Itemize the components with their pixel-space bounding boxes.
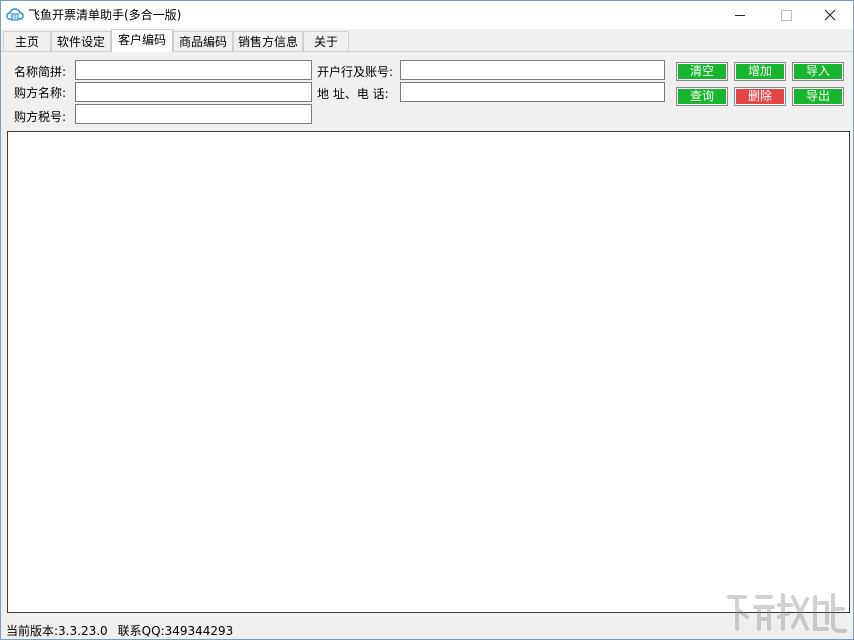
minimize-button[interactable] bbox=[717, 1, 763, 29]
tab-product-codes[interactable]: 商品编码 bbox=[173, 31, 233, 51]
customer-code-panel: 名称简拼: 购方名称: 购方税号: 开户行及账号: 地 址、电 话: 清空 增加… bbox=[2, 52, 852, 618]
close-icon bbox=[824, 9, 836, 21]
maximize-icon bbox=[780, 9, 792, 21]
close-button[interactable] bbox=[807, 1, 853, 29]
buyer-name-label: 购方名称: bbox=[14, 86, 67, 100]
version-text: 当前版本:3.3.23.0 bbox=[6, 624, 108, 638]
status-bar: 当前版本:3.3.23.0 联系QQ:349344293 bbox=[6, 622, 233, 639]
name-pinyin-input[interactable] bbox=[75, 60, 312, 80]
export-button[interactable]: 导出 bbox=[792, 87, 844, 106]
address-phone-label: 地 址、电 话: bbox=[317, 87, 389, 101]
tab-software-settings[interactable]: 软件设定 bbox=[51, 31, 111, 51]
contact-qq-text: 联系QQ:349344293 bbox=[117, 624, 234, 638]
bank-account-label: 开户行及账号: bbox=[317, 65, 394, 79]
buyer-name-input[interactable] bbox=[75, 82, 312, 102]
watermark-logo bbox=[723, 589, 849, 637]
tab-bar: 主页 软件设定 客户编码 商品编码 销售方信息 关于 bbox=[1, 29, 853, 52]
address-phone-input[interactable] bbox=[400, 82, 665, 102]
tab-about[interactable]: 关于 bbox=[303, 31, 349, 51]
tab-customer-codes[interactable]: 客户编码 bbox=[111, 29, 173, 52]
clear-button[interactable]: 清空 bbox=[676, 62, 728, 81]
tab-seller-info[interactable]: 销售方信息 bbox=[233, 31, 303, 51]
name-pinyin-label: 名称简拼: bbox=[14, 65, 67, 79]
delete-button[interactable]: 删除 bbox=[734, 87, 786, 106]
cloud-invoice-icon bbox=[6, 6, 24, 24]
query-button[interactable]: 查询 bbox=[676, 87, 728, 106]
tab-home[interactable]: 主页 bbox=[3, 31, 51, 51]
add-button[interactable]: 增加 bbox=[734, 62, 786, 81]
bank-account-input[interactable] bbox=[400, 60, 665, 80]
minimize-icon bbox=[735, 14, 745, 16]
window-title: 飞鱼开票清单助手(多合一版) bbox=[28, 8, 182, 22]
title-bar[interactable]: 飞鱼开票清单助手(多合一版) bbox=[1, 1, 853, 29]
buyer-taxid-input[interactable] bbox=[75, 104, 312, 124]
import-button[interactable]: 导入 bbox=[792, 62, 844, 81]
customer-list[interactable] bbox=[7, 131, 850, 613]
buyer-taxid-label: 购方税号: bbox=[14, 110, 67, 124]
maximize-button[interactable] bbox=[763, 1, 809, 29]
app-window: 飞鱼开票清单助手(多合一版) 主页 软件设定 客户编码 商品编码 销售方信息 关… bbox=[0, 0, 854, 640]
